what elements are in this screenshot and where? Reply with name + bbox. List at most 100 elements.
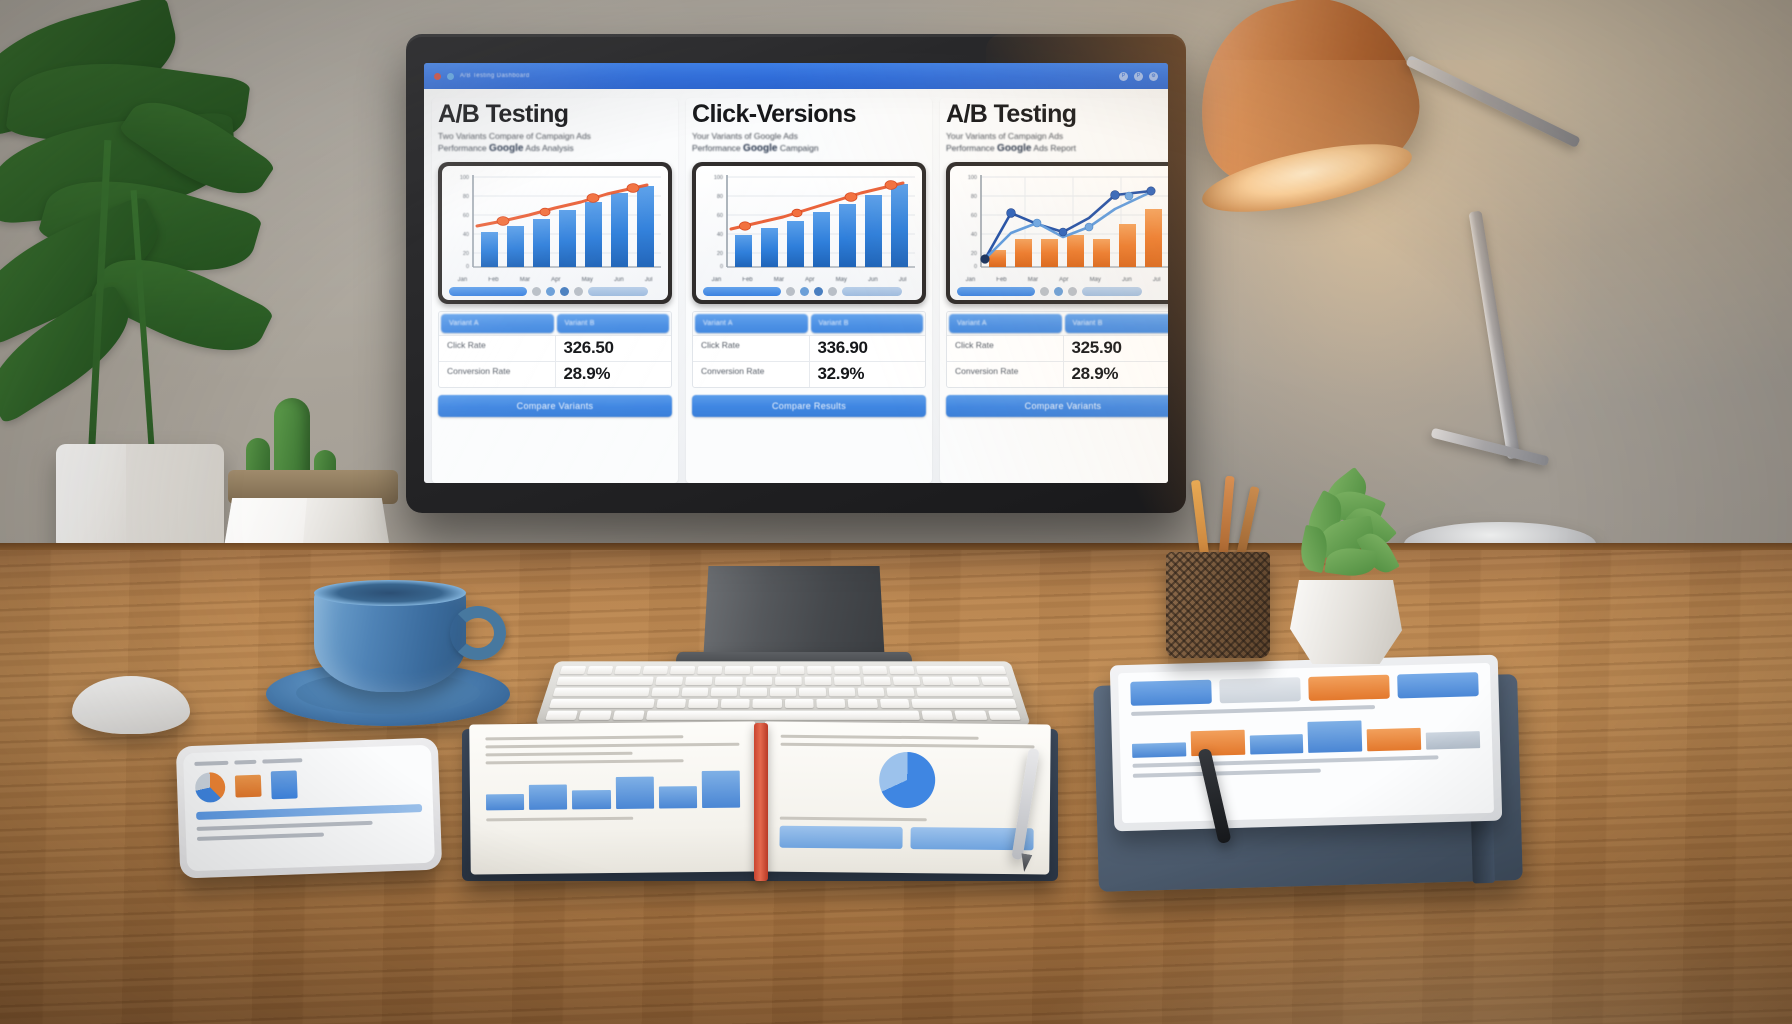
key[interactable] — [888, 666, 915, 675]
ab-test-card-2[interactable]: Click-Versions Your Variants of Google A… — [686, 98, 932, 483]
key[interactable] — [828, 687, 856, 697]
key[interactable] — [799, 687, 826, 697]
ab-test-card-3[interactable]: A/B Testing Your Variants of Campaign Ad… — [940, 98, 1168, 483]
key[interactable] — [688, 698, 719, 708]
card-1-page-dot-1[interactable] — [532, 287, 541, 297]
card-2-page-dot-3[interactable] — [814, 287, 823, 297]
key[interactable] — [769, 687, 797, 697]
card-3-range-slider[interactable] — [957, 287, 1035, 297]
key[interactable] — [951, 676, 981, 686]
keyboard[interactable] — [535, 661, 1031, 726]
key[interactable] — [669, 666, 696, 675]
key[interactable] — [587, 666, 614, 675]
card-3-legend-pill[interactable] — [1082, 287, 1142, 297]
open-book[interactable] — [462, 721, 1058, 883]
settings-icon[interactable]: ⚙ — [1149, 71, 1158, 81]
key[interactable] — [744, 676, 772, 686]
card-3-chart[interactable]: 100 80 60 40 20 0 — [955, 171, 1168, 276]
card-2-legend-pill[interactable] — [842, 287, 902, 297]
smartphone-screen[interactable] — [183, 744, 435, 872]
card-1-page-dot-3[interactable] — [560, 287, 569, 297]
ab-test-card-1[interactable]: A/B Testing Two Variants Compare of Camp… — [432, 98, 678, 483]
key[interactable] — [987, 710, 1021, 720]
key[interactable] — [954, 710, 988, 720]
key[interactable] — [863, 676, 891, 686]
key[interactable] — [656, 698, 687, 708]
pen-cup[interactable] — [1166, 552, 1270, 658]
card-1-col-variant-a[interactable]: Variant A — [441, 314, 554, 334]
card-1-page-dot-2[interactable] — [546, 287, 555, 297]
card-1-col-variant-b[interactable]: Variant B — [556, 314, 669, 334]
key[interactable] — [559, 666, 587, 675]
card-1-page-dot-4[interactable] — [574, 287, 583, 297]
key[interactable] — [720, 698, 750, 708]
tablet[interactable] — [1109, 654, 1503, 832]
browser-minimize-dot[interactable] — [447, 72, 454, 80]
browser-close-dot[interactable] — [434, 72, 441, 80]
profile-icon[interactable]: P — [1119, 71, 1128, 81]
card-3-col-variant-b[interactable]: Variant B — [1064, 314, 1168, 334]
key[interactable] — [545, 710, 579, 720]
card-1-range-slider[interactable] — [449, 287, 527, 297]
card-2-chart[interactable]: 100 80 60 40 20 0 — [701, 171, 917, 276]
caps-lock-key[interactable] — [552, 687, 650, 697]
key[interactable] — [724, 666, 750, 675]
key[interactable] — [980, 676, 1010, 686]
backspace-key[interactable] — [916, 666, 1007, 675]
card-1-chart[interactable]: 100 80 60 40 20 0 — [447, 171, 663, 276]
key[interactable] — [784, 698, 814, 708]
enter-key[interactable] — [916, 687, 1014, 697]
space-key[interactable] — [645, 710, 921, 720]
key[interactable] — [861, 666, 888, 675]
shift-key-right[interactable] — [911, 698, 1018, 708]
key[interactable] — [685, 676, 713, 686]
card-3-col-variant-a[interactable]: Variant A — [949, 314, 1062, 334]
key[interactable] — [715, 676, 743, 686]
key[interactable] — [651, 687, 680, 697]
key[interactable] — [612, 710, 645, 720]
key[interactable] — [833, 676, 861, 686]
smartphone[interactable] — [175, 737, 443, 879]
key[interactable] — [614, 666, 641, 675]
key[interactable] — [774, 676, 802, 686]
key[interactable] — [807, 666, 833, 675]
key[interactable] — [710, 687, 738, 697]
key[interactable] — [816, 698, 846, 708]
key[interactable] — [857, 687, 886, 697]
card-3-page-dot-1[interactable] — [1040, 287, 1049, 297]
key[interactable] — [892, 676, 921, 686]
browser-tab-label[interactable]: A/B Testing Dashboard — [460, 73, 530, 79]
card-3-page-dot-2[interactable] — [1054, 287, 1063, 297]
card-2-compare-button[interactable]: Compare Results — [692, 395, 926, 418]
card-2-col-variant-a[interactable]: Variant A — [695, 314, 808, 334]
menu-icon[interactable]: P — [1134, 71, 1143, 81]
card-2-col-variant-b[interactable]: Variant B — [810, 314, 923, 334]
card-1-compare-button[interactable]: Compare Variants — [438, 395, 672, 418]
key[interactable] — [779, 666, 805, 675]
key[interactable] — [752, 666, 778, 675]
key[interactable] — [834, 666, 860, 675]
card-2-page-dot-1[interactable] — [786, 287, 795, 297]
key[interactable] — [655, 676, 684, 686]
card-2-range-slider[interactable] — [703, 287, 781, 297]
key[interactable] — [740, 687, 767, 697]
key[interactable] — [578, 710, 612, 720]
key[interactable] — [921, 710, 954, 720]
card-3-compare-button[interactable]: Compare Variants — [946, 395, 1168, 418]
key[interactable] — [680, 687, 709, 697]
tab-key[interactable] — [556, 676, 655, 686]
key[interactable] — [642, 666, 669, 675]
card-3-page-dot-3[interactable] — [1068, 287, 1077, 297]
key[interactable] — [752, 698, 782, 708]
key[interactable] — [804, 676, 832, 686]
key[interactable] — [879, 698, 910, 708]
card-1-legend-pill[interactable] — [588, 287, 648, 297]
key[interactable] — [921, 676, 951, 686]
key[interactable] — [886, 687, 915, 697]
key[interactable] — [697, 666, 723, 675]
tablet-screen[interactable] — [1117, 662, 1495, 824]
key[interactable] — [847, 698, 878, 708]
card-2-page-dot-2[interactable] — [800, 287, 809, 297]
card-2-page-dot-4[interactable] — [828, 287, 837, 297]
shift-key-left[interactable] — [548, 698, 655, 708]
